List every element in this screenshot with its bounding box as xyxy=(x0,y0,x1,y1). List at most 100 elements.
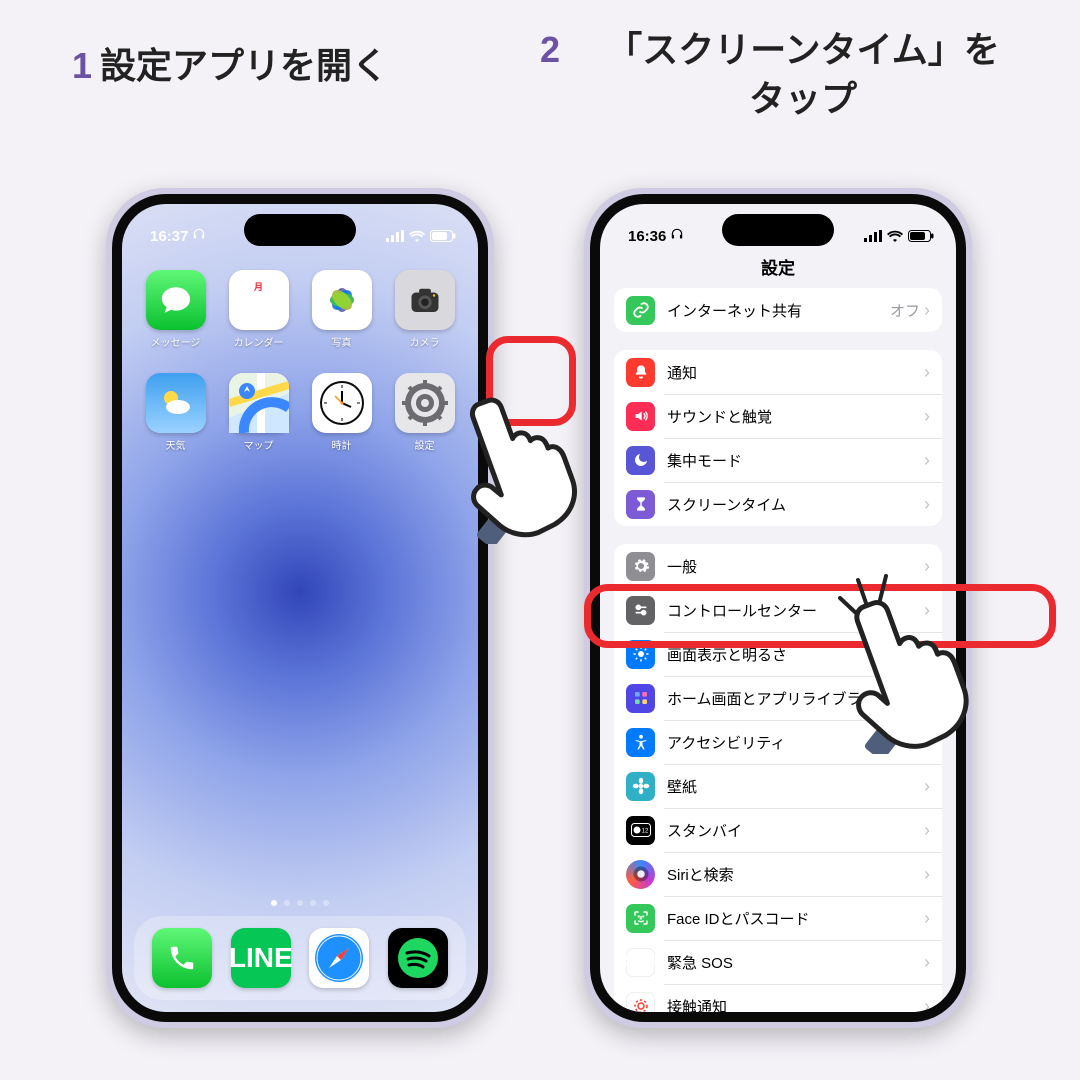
settings-title: 設定 xyxy=(600,254,956,279)
chevron-right-icon: › xyxy=(924,821,930,839)
home-app-grid: メッセージ 月 5 カレンダー xyxy=(140,270,460,452)
flower-icon xyxy=(626,772,655,801)
headphones-icon xyxy=(192,227,206,245)
phone-homescreen: 16:37 メッセージ 月 5 カレンダー xyxy=(106,188,494,1028)
moon-icon xyxy=(626,446,655,475)
chevron-right-icon: › xyxy=(924,733,930,751)
chevron-right-icon: › xyxy=(924,495,930,513)
dynamic-island xyxy=(244,214,356,246)
app-messages[interactable]: メッセージ xyxy=(140,270,211,349)
maps-icon xyxy=(229,373,289,433)
chevron-right-icon: › xyxy=(924,909,930,927)
cellular-icon xyxy=(386,230,404,242)
row-homescreen[interactable]: ホーム画面とアプリライブラリ › xyxy=(614,676,942,720)
app-label: カレンダー xyxy=(234,334,284,349)
switches-icon xyxy=(626,596,655,625)
app-photos[interactable]: 写真 xyxy=(306,270,377,349)
clock-icon xyxy=(312,373,372,433)
row-wallpaper[interactable]: 壁紙 › xyxy=(614,764,942,808)
step-1-text: 設定アプリを開く xyxy=(100,42,388,91)
dock-line[interactable]: LINE xyxy=(231,928,291,988)
step-2-header: 2 「スクリーンタイム」を タップ xyxy=(540,26,1060,123)
app-camera[interactable]: カメラ xyxy=(389,270,460,349)
highlight-ring-settings xyxy=(486,336,576,426)
faceid-icon xyxy=(626,904,655,933)
dock-spotify[interactable] xyxy=(388,928,448,988)
settings-group-notifications: 通知 › サウンドと触覚 › 集中モード › スクリーンタイム › xyxy=(614,350,942,526)
row-screentime[interactable]: スクリーンタイム › xyxy=(614,482,942,526)
siri-icon xyxy=(626,860,655,889)
status-time: 16:37 xyxy=(150,228,188,245)
app-label: カメラ xyxy=(410,334,440,349)
chevron-right-icon: › xyxy=(924,451,930,469)
chevron-right-icon: › xyxy=(924,407,930,425)
row-focus[interactable]: 集中モード › xyxy=(614,438,942,482)
link-icon xyxy=(626,296,655,325)
app-label: 天気 xyxy=(166,437,186,452)
settings-group-hotspot: インターネット共有 オフ › xyxy=(614,288,942,332)
chevron-right-icon: › xyxy=(924,301,930,319)
settings-group-general: 一般 › コントロールセンター › 画面表示と明るさ › ホーム画面とアプリライ… xyxy=(614,544,942,1012)
app-label: メッセージ xyxy=(151,334,201,349)
row-general[interactable]: 一般 › xyxy=(614,544,942,588)
chevron-right-icon: › xyxy=(924,363,930,381)
page-indicator[interactable] xyxy=(122,900,478,906)
row-notifications[interactable]: 通知 › xyxy=(614,350,942,394)
step-2-number: 2 xyxy=(540,30,560,70)
phone-settings: 16:36 設定 インターネット共有 オフ › xyxy=(584,188,972,1028)
chevron-right-icon: › xyxy=(924,997,930,1012)
svg-text:12: 12 xyxy=(641,829,648,835)
dynamic-island xyxy=(722,214,834,246)
hourglass-icon xyxy=(626,490,655,519)
status-time: 16:36 xyxy=(628,228,666,245)
messages-icon xyxy=(146,270,206,330)
sos-icon: SOS xyxy=(626,948,655,977)
row-sos[interactable]: SOS 緊急 SOS › xyxy=(614,940,942,984)
brightness-icon xyxy=(626,640,655,669)
weather-icon xyxy=(146,373,206,433)
app-weather[interactable]: 天気 xyxy=(140,373,211,452)
row-exposure[interactable]: 接触通知 › xyxy=(614,984,942,1012)
step-1-header: 1 設定アプリを開く xyxy=(72,42,388,91)
headphones-icon xyxy=(670,227,684,245)
step-1-number: 1 xyxy=(72,46,92,86)
row-siri[interactable]: Siriと検索 › xyxy=(614,852,942,896)
wifi-icon xyxy=(887,230,903,242)
chevron-right-icon: › xyxy=(924,865,930,883)
chevron-right-icon: › xyxy=(924,645,930,663)
app-label: マップ xyxy=(244,437,274,452)
app-clock[interactable]: 時計 xyxy=(306,373,377,452)
wifi-icon xyxy=(409,230,425,242)
exposure-icon xyxy=(626,992,655,1013)
gear-icon xyxy=(626,552,655,581)
calendar-icon: 月 5 xyxy=(229,270,289,330)
row-sounds[interactable]: サウンドと触覚 › xyxy=(614,394,942,438)
app-settings[interactable]: 設定 xyxy=(389,373,460,452)
app-calendar[interactable]: 月 5 カレンダー xyxy=(223,270,294,349)
bell-icon xyxy=(626,358,655,387)
row-accessibility[interactable]: アクセシビリティ › xyxy=(614,720,942,764)
app-maps[interactable]: マップ xyxy=(223,373,294,452)
dock-phone[interactable] xyxy=(152,928,212,988)
grid-icon xyxy=(626,684,655,713)
row-display[interactable]: 画面表示と明るさ › xyxy=(614,632,942,676)
app-label: 時計 xyxy=(332,437,352,452)
dock: LINE xyxy=(134,916,466,1000)
battery-icon xyxy=(908,230,934,242)
dock-safari[interactable] xyxy=(309,928,369,988)
row-faceid[interactable]: Face IDとパスコード › xyxy=(614,896,942,940)
chevron-right-icon: › xyxy=(924,601,930,619)
row-control-center[interactable]: コントロールセンター › xyxy=(614,588,942,632)
row-standby[interactable]: 12 スタンバイ › xyxy=(614,808,942,852)
chevron-right-icon: › xyxy=(924,689,930,707)
row-internet-sharing[interactable]: インターネット共有 オフ › xyxy=(614,288,942,332)
chevron-right-icon: › xyxy=(924,953,930,971)
app-label: 設定 xyxy=(415,437,435,452)
battery-icon xyxy=(430,230,456,242)
standby-icon: 12 xyxy=(626,816,655,845)
camera-icon xyxy=(395,270,455,330)
settings-icon xyxy=(395,373,455,433)
step-2-text: 「スクリーンタイム」を タップ xyxy=(568,26,1038,123)
photos-icon xyxy=(312,270,372,330)
accessibility-icon xyxy=(626,728,655,757)
